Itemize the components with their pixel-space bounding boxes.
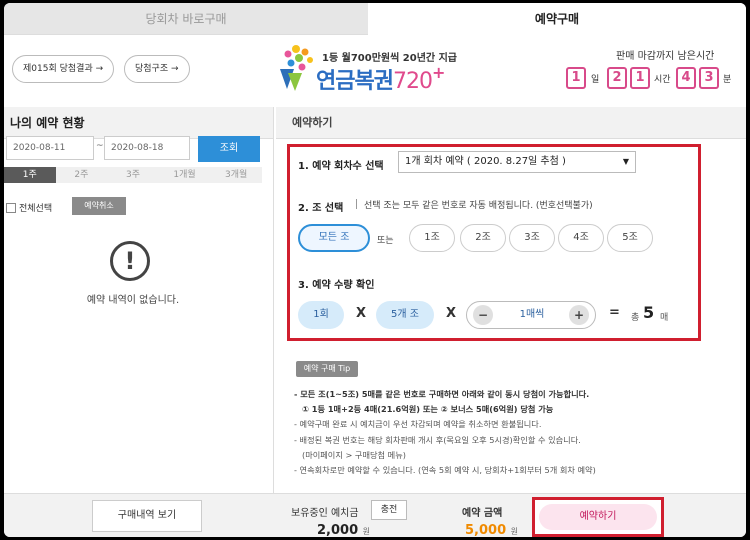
- divider: [356, 199, 357, 209]
- search-button[interactable]: 조회: [198, 136, 260, 162]
- countdown-hour-ones: 1: [630, 67, 650, 89]
- logo-plus: +: [431, 63, 445, 82]
- tips-list: - 모든 조(1~5조) 5매를 같은 번호로 구매하면 아래와 같이 동시 당…: [294, 387, 734, 478]
- step2-label: 2. 조 선택: [298, 203, 344, 214]
- round-select[interactable]: 1개 회차 예약 ( 2020. 8.27일 추첨 ) ▼: [398, 151, 636, 173]
- balance-label: 보유중인 예치금: [291, 508, 359, 519]
- chevron-down-icon: ▼: [622, 157, 629, 166]
- countdown-day: 1: [566, 67, 586, 89]
- times-sign: X: [356, 306, 367, 321]
- amount-label: 예약 금액: [462, 508, 503, 519]
- app-frame: 당회차 바로구매 예약구매 제015회 당첨결과 → 당첨구조 → 1등 월70…: [4, 3, 746, 537]
- reserve-button[interactable]: 예약하기: [539, 504, 657, 530]
- date-to-input[interactable]: 2020-08-18: [104, 136, 190, 160]
- logo-title: 연금복권720+: [316, 63, 445, 95]
- step3-label: 3. 예약 수량 확인: [298, 280, 375, 291]
- jo-option-1[interactable]: 1조: [409, 224, 455, 252]
- round-select-value: 1개 회차 예약 ( 2020. 8.27일 추첨 ): [405, 156, 566, 167]
- select-all-label: 전체선택: [19, 204, 53, 214]
- won-unit: 원: [362, 527, 371, 536]
- charge-button[interactable]: 충전: [371, 500, 407, 520]
- step2-note: 선택 조는 모두 같은 번호로 자동 배정됩니다. (번호선택불가): [364, 201, 593, 211]
- panel-title: 나의 예약 현황: [4, 107, 273, 139]
- logo-tagline: 1등 월700만원씩 20년간 지급: [322, 53, 457, 64]
- purchase-history-button[interactable]: 구매내역 보기: [92, 500, 202, 532]
- logo-number: 720: [392, 69, 433, 94]
- reserve-button-highlight: 예약하기: [532, 497, 664, 537]
- equals-sign: =: [609, 305, 620, 320]
- results-button[interactable]: 제015회 당첨결과 →: [12, 55, 115, 83]
- won-unit-2: 원: [510, 527, 519, 536]
- grapes-logo-icon: [280, 45, 313, 91]
- select-all-checkbox[interactable]: [6, 202, 16, 213]
- tab-bar: 당회차 바로구매 예약구매: [4, 3, 746, 35]
- jo-option-5[interactable]: 5조: [607, 224, 653, 252]
- period-1-week[interactable]: 1주: [4, 167, 56, 183]
- total-count: 5: [643, 303, 655, 322]
- balance-amount: 2,000: [317, 523, 359, 537]
- reserve-section-title: 예약하기: [276, 107, 746, 139]
- empty-message: 예약 내역이 없습니다.: [86, 295, 180, 306]
- cancel-reservation-button[interactable]: 예약취소: [72, 197, 126, 215]
- balance-value: 2,000 원: [317, 523, 370, 537]
- tab-reservation[interactable]: 예약구매: [368, 3, 746, 35]
- period-2-weeks[interactable]: 2주: [56, 167, 108, 183]
- tip-line: - 예약구매 완료 시 예치금이 우선 차감되며 예약을 취소하면 환불됩니다.: [294, 419, 542, 430]
- minus-button[interactable]: −: [473, 305, 493, 325]
- per-sheet-value: 1매씩: [519, 309, 545, 320]
- countdown-day-unit: 일: [591, 75, 600, 85]
- countdown-min-unit: 분: [723, 75, 732, 85]
- jo-option-2[interactable]: 2조: [460, 224, 506, 252]
- exclamation-icon: !: [110, 241, 150, 281]
- tip-line: - 연속회차로만 예약할 수 있습니다. (연속 5회 예약 시, 당회차+1회…: [294, 465, 596, 476]
- date-separator: ~: [96, 141, 104, 151]
- jo-option-4[interactable]: 4조: [558, 224, 604, 252]
- qty-rounds: 1회: [298, 301, 344, 329]
- period-3-weeks[interactable]: 3주: [107, 167, 159, 183]
- jo-option-all[interactable]: 모든 조: [298, 224, 370, 252]
- plus-button[interactable]: +: [569, 305, 589, 325]
- period-1-month[interactable]: 1개월: [159, 167, 211, 183]
- select-all[interactable]: 전체선택: [6, 201, 52, 214]
- period-filter: 1주 2주 3주 1개월 3개월: [4, 167, 262, 183]
- times-sign-2: X: [446, 306, 457, 321]
- countdown-hour-unit: 시간: [654, 75, 671, 85]
- tip-line: ① 1등 1매+2등 4매(21.6억원) 또는 ② 보너스 5매(6억원) 당…: [302, 404, 554, 415]
- tab-current-purchase[interactable]: 당회차 바로구매: [4, 3, 368, 35]
- amount-number: 5,000: [465, 523, 507, 537]
- tip-badge: 예약 구매 Tip: [296, 361, 358, 377]
- countdown-min-ones: 3: [699, 67, 719, 89]
- tip-line: - 모든 조(1~5조) 5매를 같은 번호로 구매하면 아래와 같이 동시 당…: [294, 389, 590, 399]
- countdown-hour-tens: 2: [607, 67, 627, 89]
- period-3-months[interactable]: 3개월: [210, 167, 262, 183]
- total-prefix: 총: [631, 313, 640, 323]
- tip-line: (마이페이지 > 구매당첨 메뉴): [302, 449, 406, 460]
- amount-value: 5,000 원: [465, 523, 518, 537]
- total-unit: 매: [660, 313, 669, 323]
- countdown-min-tens: 4: [676, 67, 696, 89]
- deadline-title: 판매 마감까지 남은시간: [616, 51, 715, 62]
- date-from-input[interactable]: 2020-08-11: [6, 136, 94, 160]
- step1-label: 1. 예약 회차수 선택: [298, 161, 384, 172]
- jo-option-3[interactable]: 3조: [509, 224, 555, 252]
- tip-line: - 배정된 복권 번호는 해당 회차판매 개시 후(목요일 오후 5시경)확인할…: [294, 434, 581, 445]
- logo-name: 연금복권: [316, 69, 394, 94]
- quantity-stepper: − 1매씩 +: [466, 301, 596, 329]
- qty-jo: 5개 조: [376, 301, 434, 329]
- structure-button[interactable]: 당첨구조 →: [124, 55, 190, 83]
- or-text: 또는: [377, 236, 394, 246]
